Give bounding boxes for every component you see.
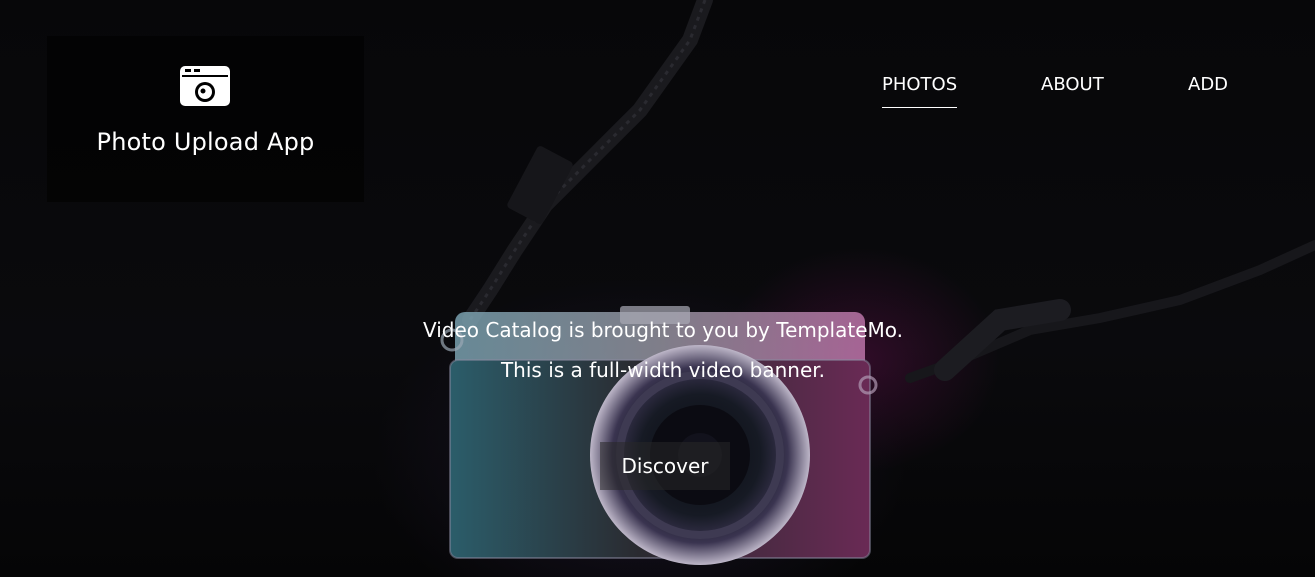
hero-caption: Video Catalog is brought to you by Templ… [0,310,1315,390]
brand-name[interactable]: Photo Upload App [47,128,364,156]
nav-item-add[interactable]: ADD [1188,74,1228,107]
nav-item-about[interactable]: ABOUT [1041,74,1104,107]
hero-caption-line-1: Video Catalog is brought to you by Templ… [422,318,904,342]
brand-panel [47,36,364,202]
nav-item-photos[interactable]: PHOTOS [882,74,958,108]
hero-caption-line-2: This is a full-width video banner. [500,358,826,382]
camera-icon[interactable] [180,64,230,108]
discover-button[interactable]: Discover [600,442,730,490]
